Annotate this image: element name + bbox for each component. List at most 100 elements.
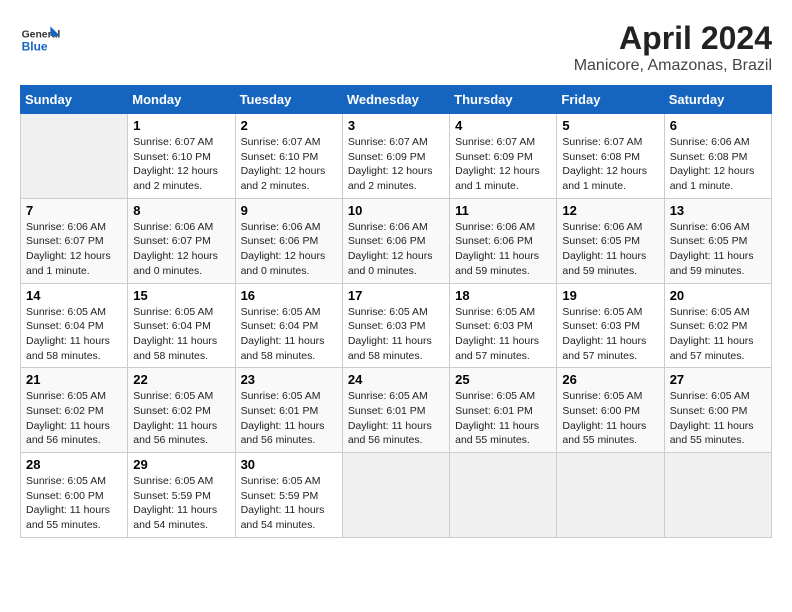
- day-info: Sunrise: 6:06 AMSunset: 6:07 PMDaylight:…: [133, 220, 229, 279]
- day-number: 22: [133, 372, 229, 387]
- day-info: Sunrise: 6:07 AMSunset: 6:10 PMDaylight:…: [241, 135, 337, 194]
- day-header-friday: Friday: [557, 86, 664, 114]
- calendar-week-5: 28 Sunrise: 6:05 AMSunset: 6:00 PMDayligh…: [21, 453, 772, 538]
- calendar-cell: 8 Sunrise: 6:06 AMSunset: 6:07 PMDaylight…: [128, 198, 235, 283]
- day-info: Sunrise: 6:06 AMSunset: 6:08 PMDaylight:…: [670, 135, 766, 194]
- calendar-cell: 9 Sunrise: 6:06 AMSunset: 6:06 PMDaylight…: [235, 198, 342, 283]
- calendar-cell: 25 Sunrise: 6:05 AMSunset: 6:01 PMDayligh…: [450, 368, 557, 453]
- calendar-cell: 11 Sunrise: 6:06 AMSunset: 6:06 PMDayligh…: [450, 198, 557, 283]
- calendar-cell: 16 Sunrise: 6:05 AMSunset: 6:04 PMDayligh…: [235, 283, 342, 368]
- day-number: 8: [133, 203, 229, 218]
- calendar-cell: 10 Sunrise: 6:06 AMSunset: 6:06 PMDayligh…: [342, 198, 449, 283]
- day-number: 19: [562, 288, 658, 303]
- day-number: 28: [26, 457, 122, 472]
- day-info: Sunrise: 6:05 AMSunset: 6:04 PMDaylight:…: [133, 305, 229, 364]
- calendar-cell: [557, 453, 664, 538]
- day-info: Sunrise: 6:05 AMSunset: 6:01 PMDaylight:…: [348, 389, 444, 448]
- day-number: 10: [348, 203, 444, 218]
- day-info: Sunrise: 6:05 AMSunset: 6:00 PMDaylight:…: [562, 389, 658, 448]
- day-number: 15: [133, 288, 229, 303]
- page-header: General Blue April 2024 Manicore, Amazon…: [20, 20, 772, 75]
- day-number: 14: [26, 288, 122, 303]
- day-info: Sunrise: 6:05 AMSunset: 6:03 PMDaylight:…: [562, 305, 658, 364]
- day-number: 26: [562, 372, 658, 387]
- calendar-cell: 27 Sunrise: 6:05 AMSunset: 6:00 PMDayligh…: [664, 368, 771, 453]
- calendar-cell: 23 Sunrise: 6:05 AMSunset: 6:01 PMDayligh…: [235, 368, 342, 453]
- calendar-cell: [342, 453, 449, 538]
- day-number: 16: [241, 288, 337, 303]
- day-info: Sunrise: 6:05 AMSunset: 6:02 PMDaylight:…: [26, 389, 122, 448]
- calendar-cell: [450, 453, 557, 538]
- day-info: Sunrise: 6:05 AMSunset: 6:03 PMDaylight:…: [348, 305, 444, 364]
- day-header-sunday: Sunday: [21, 86, 128, 114]
- calendar-week-4: 21 Sunrise: 6:05 AMSunset: 6:02 PMDayligh…: [21, 368, 772, 453]
- calendar-cell: 7Sunrise: 6:06 AMSunset: 6:07 PMDaylight…: [21, 198, 128, 283]
- day-info: Sunrise: 6:05 AMSunset: 6:01 PMDaylight:…: [241, 389, 337, 448]
- calendar-cell: 19 Sunrise: 6:05 AMSunset: 6:03 PMDayligh…: [557, 283, 664, 368]
- calendar-cell: 22 Sunrise: 6:05 AMSunset: 6:02 PMDayligh…: [128, 368, 235, 453]
- calendar-cell: 4 Sunrise: 6:07 AMSunset: 6:09 PMDaylight…: [450, 114, 557, 199]
- day-info: Sunrise: 6:07 AMSunset: 6:09 PMDaylight:…: [455, 135, 551, 194]
- day-info: Sunrise: 6:06 AMSunset: 6:06 PMDaylight:…: [455, 220, 551, 279]
- day-info: Sunrise: 6:05 AMSunset: 6:03 PMDaylight:…: [455, 305, 551, 364]
- day-number: 7: [26, 203, 122, 218]
- day-info: Sunrise: 6:06 AMSunset: 6:05 PMDaylight:…: [562, 220, 658, 279]
- location: Manicore, Amazonas, Brazil: [574, 57, 772, 75]
- day-info: Sunrise: 6:06 AMSunset: 6:05 PMDaylight:…: [670, 220, 766, 279]
- day-number: 21: [26, 372, 122, 387]
- day-info: Sunrise: 6:05 AMSunset: 6:01 PMDaylight:…: [455, 389, 551, 448]
- calendar-cell: 26 Sunrise: 6:05 AMSunset: 6:00 PMDayligh…: [557, 368, 664, 453]
- day-number: 9: [241, 203, 337, 218]
- day-info: Sunrise: 6:07 AMSunset: 6:08 PMDaylight:…: [562, 135, 658, 194]
- calendar-cell: 15 Sunrise: 6:05 AMSunset: 6:04 PMDayligh…: [128, 283, 235, 368]
- logo: General Blue: [20, 20, 64, 60]
- day-number: 11: [455, 203, 551, 218]
- calendar-body: 1Sunrise: 6:07 AMSunset: 6:10 PMDaylight…: [21, 114, 772, 538]
- calendar-cell: 30Sunrise: 6:05 AMSunset: 5:59 PMDayligh…: [235, 453, 342, 538]
- day-info: Sunrise: 6:05 AMSunset: 6:00 PMDaylight:…: [26, 474, 122, 533]
- calendar-cell: 2 Sunrise: 6:07 AMSunset: 6:10 PMDaylight…: [235, 114, 342, 199]
- day-header-thursday: Thursday: [450, 86, 557, 114]
- day-info: Sunrise: 6:05 AMSunset: 5:59 PMDaylight:…: [241, 474, 337, 533]
- calendar-cell: 1Sunrise: 6:07 AMSunset: 6:10 PMDaylight…: [128, 114, 235, 199]
- day-info: Sunrise: 6:05 AMSunset: 5:59 PMDaylight:…: [133, 474, 229, 533]
- day-header-monday: Monday: [128, 86, 235, 114]
- day-header-wednesday: Wednesday: [342, 86, 449, 114]
- calendar-cell: 3Sunrise: 6:07 AMSunset: 6:09 PMDaylight…: [342, 114, 449, 199]
- month-year: April 2024: [574, 20, 772, 57]
- day-number: 29: [133, 457, 229, 472]
- calendar-cell: 6Sunrise: 6:06 AMSunset: 6:08 PMDaylight…: [664, 114, 771, 199]
- calendar-cell: 24Sunrise: 6:05 AMSunset: 6:01 PMDayligh…: [342, 368, 449, 453]
- day-info: Sunrise: 6:05 AMSunset: 6:04 PMDaylight:…: [241, 305, 337, 364]
- calendar-cell: 28 Sunrise: 6:05 AMSunset: 6:00 PMDayligh…: [21, 453, 128, 538]
- day-number: 27: [670, 372, 766, 387]
- title-area: April 2024 Manicore, Amazonas, Brazil: [574, 20, 772, 75]
- calendar-cell: 12 Sunrise: 6:06 AMSunset: 6:05 PMDayligh…: [557, 198, 664, 283]
- calendar-week-3: 14 Sunrise: 6:05 AMSunset: 6:04 PMDayligh…: [21, 283, 772, 368]
- day-info: Sunrise: 6:05 AMSunset: 6:02 PMDaylight:…: [133, 389, 229, 448]
- day-info: Sunrise: 6:07 AMSunset: 6:09 PMDaylight:…: [348, 135, 444, 194]
- day-info: Sunrise: 6:06 AMSunset: 6:06 PMDaylight:…: [348, 220, 444, 279]
- calendar-cell: [21, 114, 128, 199]
- day-number: 17: [348, 288, 444, 303]
- day-info: Sunrise: 6:06 AMSunset: 6:06 PMDaylight:…: [241, 220, 337, 279]
- calendar-cell: [664, 453, 771, 538]
- day-number: 13: [670, 203, 766, 218]
- day-number: 2: [241, 118, 337, 133]
- calendar-table: SundayMondayTuesdayWednesdayThursdayFrid…: [20, 85, 772, 538]
- calendar-cell: 5Sunrise: 6:07 AMSunset: 6:08 PMDaylight…: [557, 114, 664, 199]
- calendar-cell: 18 Sunrise: 6:05 AMSunset: 6:03 PMDayligh…: [450, 283, 557, 368]
- day-number: 12: [562, 203, 658, 218]
- day-info: Sunrise: 6:05 AMSunset: 6:04 PMDaylight:…: [26, 305, 122, 364]
- calendar-cell: 29 Sunrise: 6:05 AMSunset: 5:59 PMDayligh…: [128, 453, 235, 538]
- day-number: 18: [455, 288, 551, 303]
- calendar-cell: 17 Sunrise: 6:05 AMSunset: 6:03 PMDayligh…: [342, 283, 449, 368]
- day-number: 23: [241, 372, 337, 387]
- day-info: Sunrise: 6:05 AMSunset: 6:00 PMDaylight:…: [670, 389, 766, 448]
- calendar-week-1: 1Sunrise: 6:07 AMSunset: 6:10 PMDaylight…: [21, 114, 772, 199]
- day-number: 4: [455, 118, 551, 133]
- day-number: 25: [455, 372, 551, 387]
- logo-icon: General Blue: [20, 20, 60, 60]
- day-header-tuesday: Tuesday: [235, 86, 342, 114]
- calendar-header-row: SundayMondayTuesdayWednesdayThursdayFrid…: [21, 86, 772, 114]
